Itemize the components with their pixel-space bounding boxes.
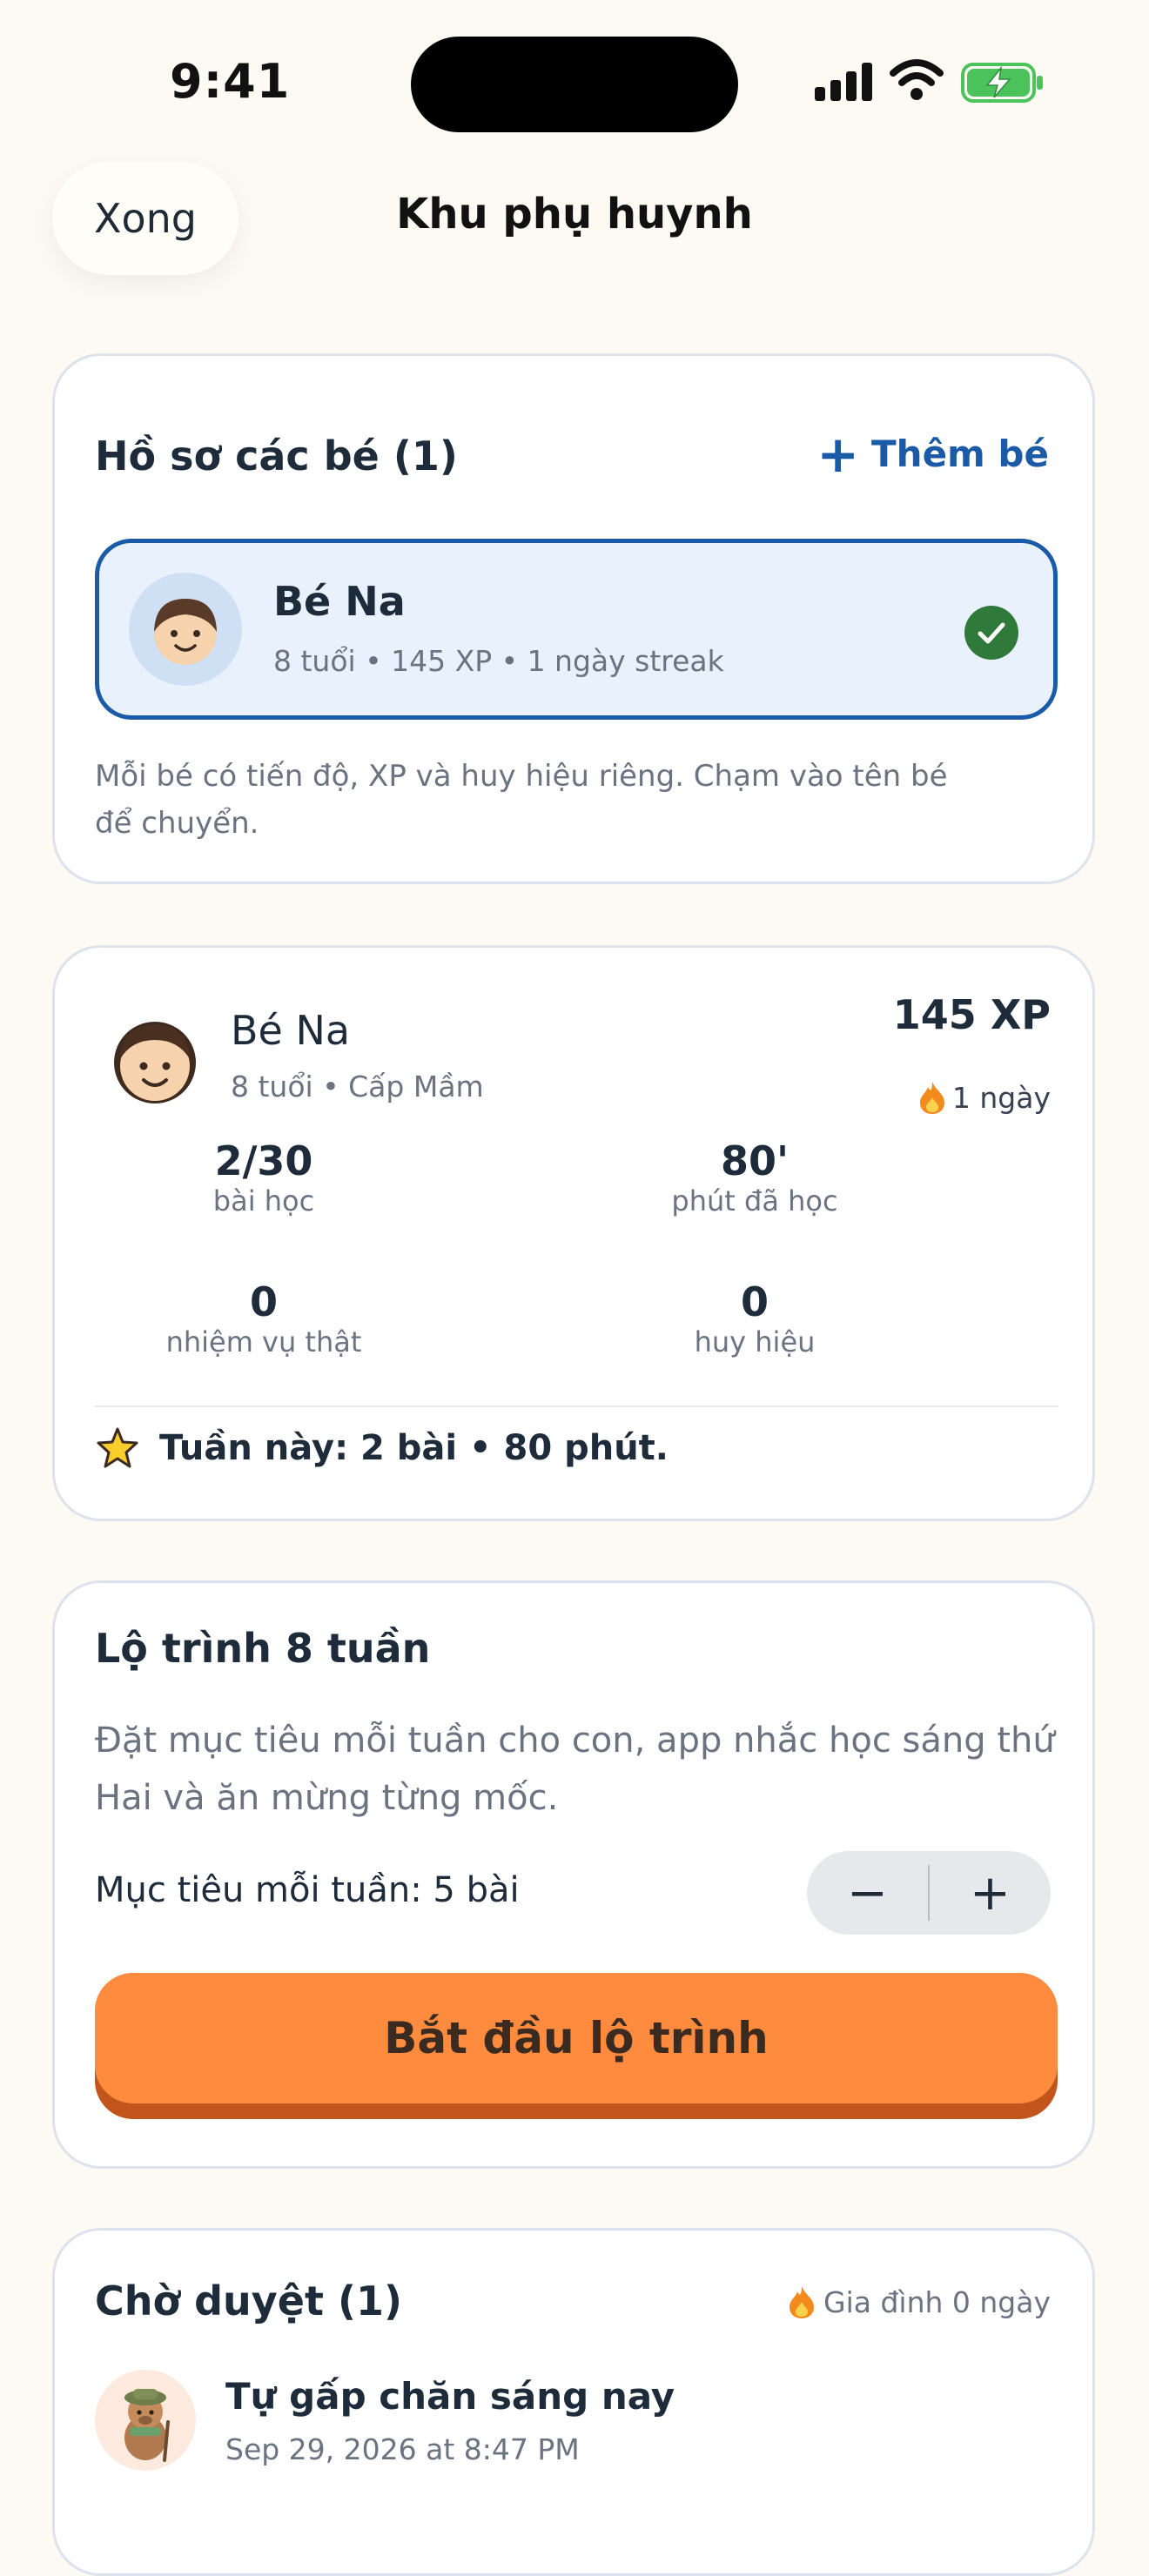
weekly-goal-label: Mục tiêu mỗi tuần: 5 bài xyxy=(95,1870,520,1910)
status-time: 9:41 xyxy=(170,54,291,109)
stat-label: huy hiệu xyxy=(694,1325,816,1358)
increase-goal-button[interactable]: + xyxy=(930,1851,1051,1935)
roadmap-title: Lộ trình 8 tuần xyxy=(95,1625,431,1672)
capybara-explorer-icon xyxy=(124,2389,170,2462)
child-name: Bé Na xyxy=(231,1007,351,1054)
stat-label: nhiệm vụ thật xyxy=(165,1325,362,1358)
child-sub: 8 tuổi • Cấp Mầm xyxy=(231,1070,484,1104)
profiles-note: Mỗi bé có tiến độ, XP và huy hiệu riêng.… xyxy=(95,759,948,841)
wifi-icon xyxy=(890,59,944,100)
stat-value: 0 xyxy=(740,1278,769,1325)
family-streak-label: Gia đình 0 ngày xyxy=(823,2284,1051,2319)
pending-item-title: Tự gấp chăn sáng nay xyxy=(225,2375,675,2418)
decrease-goal-button[interactable]: − xyxy=(807,1851,928,1935)
stat-badges: 0 huy hiệu xyxy=(633,1278,877,1358)
streak-indicator: 1 ngày xyxy=(917,1080,1051,1115)
profiles-card: Hồ sơ các bé (1) + Thêm bé Bé Na 8 tuổi … xyxy=(52,353,1095,884)
cellular-signal-icon xyxy=(815,61,874,101)
profiles-title: Hồ sơ các bé (1) xyxy=(95,433,458,480)
dynamic-island xyxy=(411,37,738,132)
week-summary-text: Tuần này: 2 bài • 80 phút. xyxy=(159,1428,669,1468)
start-roadmap-label: Bắt đầu lộ trình xyxy=(95,1973,1058,2103)
goal-stepper: − + xyxy=(807,1851,1051,1935)
flame-icon xyxy=(790,2286,814,2318)
stat-missions: 0 nhiệm vụ thật xyxy=(142,1278,386,1358)
stat-value: 0 xyxy=(249,1278,278,1325)
pending-title: Chờ duyệt (1) xyxy=(95,2277,403,2324)
child-stats-card: Bé Na 8 tuổi • Cấp Mầm 145 XP 1 ngày 2/3… xyxy=(52,945,1095,1521)
roadmap-description: Đặt mục tiêu mỗi tuần cho con, app nhắc … xyxy=(95,1721,1055,1818)
stat-minutes: 80' phút đã học xyxy=(633,1137,877,1218)
start-roadmap-button[interactable]: Bắt đầu lộ trình xyxy=(95,1973,1058,2119)
pending-item-date: Sep 29, 2026 at 8:47 PM xyxy=(225,2432,580,2466)
divider xyxy=(95,1405,1058,1407)
add-child-label: Thêm bé xyxy=(871,433,1049,475)
flame-icon xyxy=(919,1082,944,1114)
mascot-avatar xyxy=(95,2370,196,2471)
week-summary: Tuần này: 2 bài • 80 phút. xyxy=(95,1426,669,1470)
child-face-icon xyxy=(114,1022,196,1104)
star-icon xyxy=(97,1427,138,1468)
child-face-icon xyxy=(154,599,217,665)
profile-name: Bé Na xyxy=(273,578,406,625)
stat-value: 80' xyxy=(720,1137,790,1184)
battery-charging-icon xyxy=(961,63,1043,103)
selected-check-icon xyxy=(964,606,1018,660)
streak-label: 1 ngày xyxy=(951,1080,1051,1115)
stat-lessons: 2/30 bài học xyxy=(142,1137,386,1218)
profile-item-selected[interactable]: Bé Na 8 tuổi • 145 XP • 1 ngày streak xyxy=(95,539,1058,720)
profile-meta: 8 tuổi • 145 XP • 1 ngày streak xyxy=(273,644,724,678)
plus-icon: + xyxy=(816,424,860,484)
page-title: Khu phụ huynh xyxy=(396,190,753,238)
stat-value: 2/30 xyxy=(214,1137,313,1184)
add-child-button[interactable]: + Thêm bé xyxy=(816,424,1049,484)
xp-total: 145 XP xyxy=(892,991,1051,1038)
roadmap-card: Lộ trình 8 tuần Đặt mục tiêu mỗi tuần ch… xyxy=(52,1580,1095,2169)
avatar xyxy=(107,1009,203,1113)
avatar xyxy=(129,573,242,686)
stat-label: phút đã học xyxy=(671,1184,838,1218)
family-streak: Gia đình 0 ngày xyxy=(787,2284,1051,2319)
stat-label: bài học xyxy=(212,1184,315,1218)
pending-approval-card: Chờ duyệt (1) Gia đình 0 ngày Tự gấp chă… xyxy=(52,2228,1095,2576)
